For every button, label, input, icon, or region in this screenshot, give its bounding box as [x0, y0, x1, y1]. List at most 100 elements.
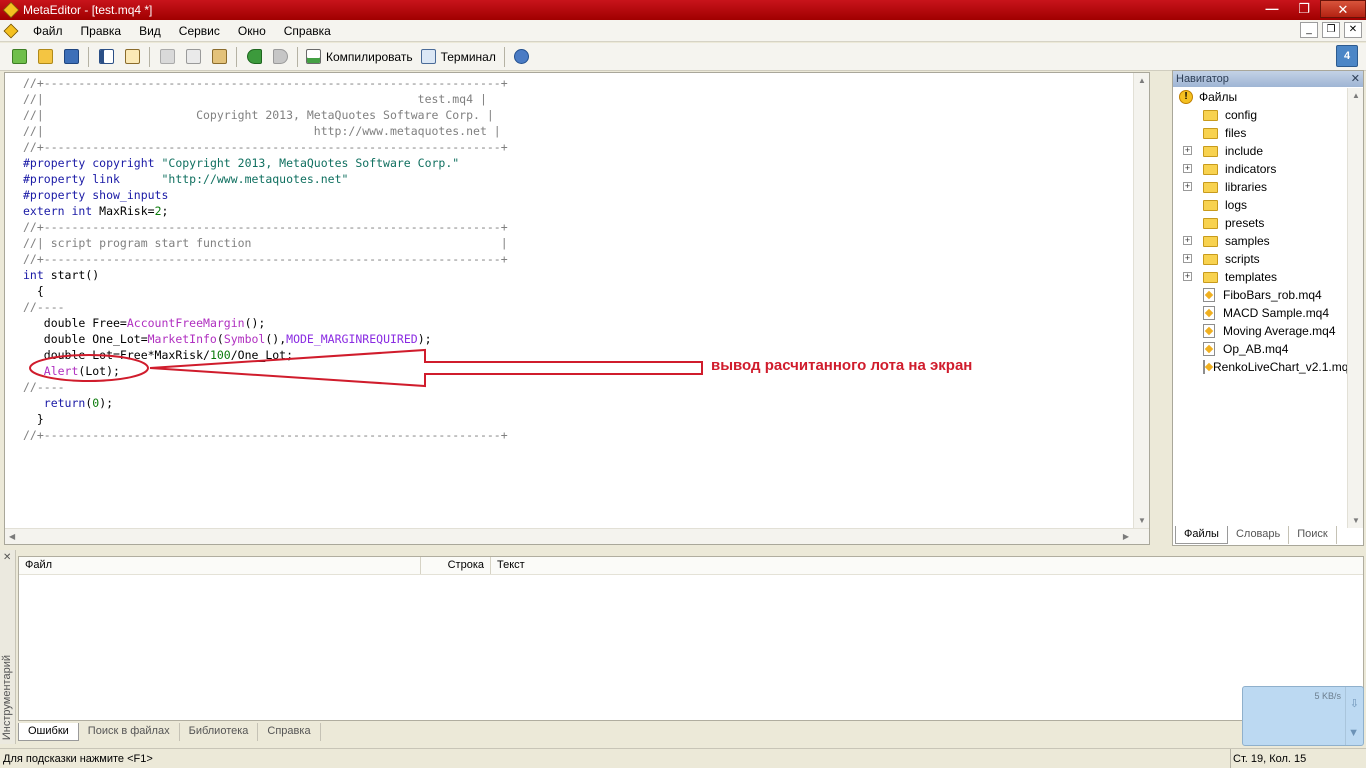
code-line[interactable]: double Free=AccountFreeMargin();: [23, 315, 508, 331]
tree-item-renkolivechart-v2-1-mq4[interactable]: RenkoLiveChart_v2.1.mq4: [1173, 358, 1355, 376]
copy-button[interactable]: [182, 46, 204, 68]
menu-window[interactable]: Окно: [229, 24, 275, 38]
menu-file[interactable]: Файл: [24, 24, 72, 38]
minimize-button[interactable]: —: [1256, 0, 1288, 18]
undo-button[interactable]: [243, 46, 265, 68]
code-line[interactable]: //+-------------------------------------…: [23, 139, 508, 155]
chevron-down-icon[interactable]: ▼: [1348, 727, 1359, 739]
scroll-down-icon[interactable]: ▼: [1138, 516, 1146, 525]
menu-edit[interactable]: Правка: [72, 24, 131, 38]
menu-view[interactable]: Вид: [130, 24, 170, 38]
code-line[interactable]: double One_Lot=MarketInfo(Symbol(),MODE_…: [23, 331, 508, 347]
code-line[interactable]: return(0);: [23, 395, 508, 411]
expand-icon[interactable]: +: [1183, 146, 1192, 155]
tab-files[interactable]: Файлы: [1175, 526, 1228, 544]
document-icon[interactable]: [3, 23, 19, 38]
errors-list[interactable]: Файл Строка Текст: [18, 556, 1364, 721]
tree-item-templates[interactable]: + templates: [1173, 268, 1349, 286]
tab-search[interactable]: Поиск: [1289, 526, 1337, 544]
tree-item-scripts[interactable]: + scripts: [1173, 250, 1349, 268]
code-line[interactable]: //| Copyright 2013, MetaQuotes Software …: [23, 107, 508, 123]
tree-item-macd-sample-mq4[interactable]: MACD Sample.mq4: [1173, 304, 1349, 322]
editor-vertical-scrollbar[interactable]: ▲ ▼: [1133, 73, 1149, 528]
navigator-close-icon[interactable]: ✕: [1351, 71, 1360, 87]
terminal-button[interactable]: Терминал: [417, 46, 500, 68]
code-line[interactable]: //| http://www.metaquotes.net |: [23, 123, 508, 139]
tree-item-libraries[interactable]: + libraries: [1173, 178, 1349, 196]
tree-item-logs[interactable]: logs: [1173, 196, 1349, 214]
code-line[interactable]: }: [23, 411, 508, 427]
scroll-up-icon[interactable]: ▲: [1352, 91, 1360, 100]
code-line[interactable]: //+-------------------------------------…: [23, 251, 508, 267]
code-line[interactable]: int start(): [23, 267, 508, 283]
code-text[interactable]: //+-------------------------------------…: [23, 75, 508, 443]
paste-button[interactable]: [208, 46, 230, 68]
doc-close-button[interactable]: ✕: [1344, 22, 1362, 38]
code-line[interactable]: Alert(Lot);: [23, 363, 508, 379]
code-line[interactable]: //----: [23, 379, 508, 395]
scroll-right-icon[interactable]: ▶: [1123, 532, 1129, 541]
title-bar[interactable]: MetaEditor - [test.mq4 *] — ❐ ✕: [0, 0, 1366, 20]
redo-button[interactable]: [269, 46, 291, 68]
code-editor[interactable]: //+-------------------------------------…: [4, 72, 1150, 545]
tab-help[interactable]: Справка: [258, 723, 321, 741]
toolbox-toggle-button[interactable]: [121, 46, 143, 68]
code-line[interactable]: {: [23, 283, 508, 299]
code-line[interactable]: //+-------------------------------------…: [23, 219, 508, 235]
code-line[interactable]: #property show_inputs: [23, 187, 508, 203]
tab-library[interactable]: Библиотека: [180, 723, 259, 741]
close-button[interactable]: ✕: [1320, 0, 1366, 18]
column-text[interactable]: Текст: [491, 557, 1363, 574]
code-line[interactable]: double Lot=Free*MaxRisk/100/One_Lot;: [23, 347, 508, 363]
tab-find-in-files[interactable]: Поиск в файлах: [79, 723, 180, 741]
tab-errors[interactable]: Ошибки: [18, 723, 79, 741]
expand-icon[interactable]: +: [1183, 254, 1192, 263]
doc-restore-button[interactable]: ❐: [1322, 22, 1340, 38]
code-line[interactable]: #property copyright "Copyright 2013, Met…: [23, 155, 508, 171]
scroll-down-icon[interactable]: ▼: [1352, 516, 1360, 525]
code-line[interactable]: #property link "http://www.metaquotes.ne…: [23, 171, 508, 187]
tree-item-samples[interactable]: + samples: [1173, 232, 1349, 250]
doc-minimize-button[interactable]: _: [1300, 22, 1318, 38]
expand-icon[interactable]: +: [1183, 164, 1192, 173]
menu-help[interactable]: Справка: [275, 24, 340, 38]
tree-item-op-ab-mq4[interactable]: Op_AB.mq4: [1173, 340, 1349, 358]
navigator-scrollbar[interactable]: ▲ ▼: [1347, 88, 1363, 528]
expand-icon[interactable]: +: [1183, 182, 1192, 191]
expand-icon[interactable]: +: [1183, 272, 1192, 281]
notifications-badge[interactable]: 4: [1336, 45, 1358, 67]
restore-button[interactable]: ❐: [1288, 0, 1320, 18]
column-file[interactable]: Файл: [19, 557, 421, 574]
code-line[interactable]: //| script program start function |: [23, 235, 508, 251]
tree-item-presets[interactable]: presets: [1173, 214, 1349, 232]
code-line[interactable]: //| test.mq4 |: [23, 91, 508, 107]
tree-item-moving-average-mq4[interactable]: Moving Average.mq4: [1173, 322, 1349, 340]
code-line[interactable]: //+-------------------------------------…: [23, 427, 508, 443]
tab-dictionary[interactable]: Словарь: [1228, 526, 1290, 544]
navigator-toggle-button[interactable]: [95, 46, 117, 68]
new-file-button[interactable]: [8, 46, 30, 68]
tree-item-files[interactable]: files: [1173, 124, 1349, 142]
scroll-up-icon[interactable]: ▲: [1138, 76, 1146, 85]
expand-icon[interactable]: +: [1183, 236, 1192, 245]
tree-item-config[interactable]: config: [1173, 106, 1349, 124]
tree-item-indicators[interactable]: + indicators: [1173, 160, 1349, 178]
tree-root-files[interactable]: ! Файлы: [1173, 88, 1349, 106]
network-widget-scroll[interactable]: ⇩ ▼: [1345, 687, 1363, 745]
column-line[interactable]: Строка: [421, 557, 491, 574]
editor-horizontal-scrollbar[interactable]: ◀ ▶: [5, 528, 1149, 544]
cut-button[interactable]: [156, 46, 178, 68]
code-line[interactable]: //----: [23, 299, 508, 315]
open-button[interactable]: [34, 46, 56, 68]
menu-tools[interactable]: Сервис: [170, 24, 229, 38]
toolbox-close-icon[interactable]: ✕: [3, 552, 11, 563]
code-line[interactable]: //+-------------------------------------…: [23, 75, 508, 91]
help-button[interactable]: [511, 46, 533, 68]
network-monitor-widget[interactable]: 5 KB/s ⇩ ▼: [1242, 686, 1364, 746]
scroll-left-icon[interactable]: ◀: [9, 532, 15, 541]
save-button[interactable]: [60, 46, 82, 68]
tree-item-include[interactable]: + include: [1173, 142, 1349, 160]
tree-item-fibobars-rob-mq4[interactable]: FiboBars_rob.mq4: [1173, 286, 1349, 304]
code-line[interactable]: extern int MaxRisk=2;: [23, 203, 508, 219]
compile-button[interactable]: Компилировать: [302, 46, 417, 68]
